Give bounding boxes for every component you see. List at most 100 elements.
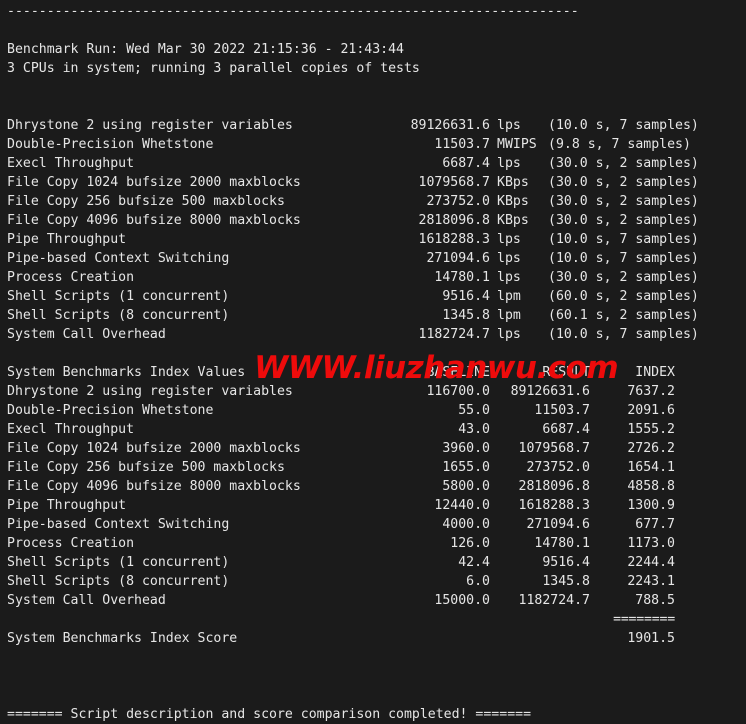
index-label: File Copy 4096 bufsize 8000 maxblocks [7,479,301,494]
raw-results-block: Dhrystone 2 using register variables 891… [7,116,746,344]
index-baseline: 126.0 [450,536,490,551]
result-unit: lps [497,251,521,266]
index-label: Execl Throughput [7,422,135,437]
index-label: Process Creation [7,536,135,551]
index-value: 1300.9 [627,498,675,513]
index-value: 4858.8 [627,479,675,494]
result-row: File Copy 1024 bufsize 2000 maxblocks 10… [7,173,746,192]
index-table: System Benchmarks Index Values BASELINE … [7,363,746,648]
index-value: 1654.1 [627,460,675,475]
index-value: 1555.2 [627,422,675,437]
result-row: System Call Overhead 1182724.7 lps (10.0… [7,325,746,344]
index-label: Pipe-based Context Switching [7,517,230,532]
score-row: System Benchmarks Index Score 1901.5 [7,629,746,648]
result-label: File Copy 256 bufsize 500 maxblocks [7,194,285,209]
result-row: File Copy 256 bufsize 500 maxblocks 2737… [7,192,746,211]
index-row: Pipe Throughput 12440.0 1618288.3 1300.9 [7,496,746,515]
index-result: 1618288.3 [518,498,590,513]
index-label: Dhrystone 2 using register variables [7,384,293,399]
index-row: File Copy 1024 bufsize 2000 maxblocks 39… [7,439,746,458]
result-row: Dhrystone 2 using register variables 891… [7,116,746,135]
index-result: 89126631.6 [510,384,590,399]
result-samples: (10.0 s, 7 samples) [548,251,699,266]
result-value: 11503.7 [434,137,490,152]
result-samples: (10.0 s, 7 samples) [548,118,699,133]
result-samples: (10.0 s, 7 samples) [548,232,699,247]
index-baseline: 43.0 [458,422,490,437]
footer-line: ======= Script description and score com… [7,707,532,722]
result-unit: KBps [497,175,529,190]
index-row: Process Creation 126.0 14780.1 1173.0 [7,534,746,553]
index-label: Double-Precision Whetstone [7,403,214,418]
result-row: Shell Scripts (1 concurrent) 9516.4 lpm … [7,287,746,306]
index-label: Pipe Throughput [7,498,127,513]
result-unit: KBps [497,213,529,228]
result-unit: lpm [497,289,521,304]
header-baseline: BASELINE [426,365,490,380]
index-row: File Copy 256 bufsize 500 maxblocks 1655… [7,458,746,477]
result-value: 9516.4 [442,289,490,304]
result-samples: (10.0 s, 7 samples) [548,327,699,342]
index-row: Shell Scripts (8 concurrent) 6.0 1345.8 … [7,572,746,591]
index-result: 271094.6 [526,517,590,532]
index-baseline: 5800.0 [442,479,490,494]
divider-top: ----------------------------------------… [7,4,579,19]
result-row: Shell Scripts (8 concurrent) 1345.8 lpm … [7,306,746,325]
result-label: Dhrystone 2 using register variables [7,118,293,133]
result-label: Double-Precision Whetstone [7,137,214,152]
terminal-screen: ----------------------------------------… [0,0,746,724]
index-label: File Copy 1024 bufsize 2000 maxblocks [7,441,301,456]
index-value: 2244.4 [627,555,675,570]
result-samples: (30.0 s, 2 samples) [548,194,699,209]
result-unit: KBps [497,194,529,209]
index-baseline: 12440.0 [434,498,490,513]
index-result: 1079568.7 [518,441,590,456]
result-samples: (60.1 s, 2 samples) [548,308,699,323]
result-label: File Copy 4096 bufsize 8000 maxblocks [7,213,301,228]
header-index: INDEX [635,365,675,380]
index-row: System Call Overhead 15000.0 1182724.7 7… [7,591,746,610]
index-result: 9516.4 [542,555,590,570]
index-value: 2243.1 [627,574,675,589]
index-baseline: 6.0 [466,574,490,589]
result-row: Process Creation 14780.1 lps (30.0 s, 2 … [7,268,746,287]
index-row: Pipe-based Context Switching 4000.0 2710… [7,515,746,534]
result-label: Process Creation [7,270,135,285]
index-value: 788.5 [635,593,675,608]
index-row: Shell Scripts (1 concurrent) 42.4 9516.4… [7,553,746,572]
result-row: Pipe Throughput 1618288.3 lps (10.0 s, 7… [7,230,746,249]
result-unit: MWIPS [497,137,537,152]
result-samples: (9.8 s, 7 samples) [548,137,691,152]
index-result: 1182724.7 [518,593,590,608]
result-label: File Copy 1024 bufsize 2000 maxblocks [7,175,301,190]
result-value: 1345.8 [442,308,490,323]
result-label: System Call Overhead [7,327,166,342]
result-unit: lps [497,232,521,247]
index-result: 11503.7 [534,403,590,418]
result-label: Shell Scripts (8 concurrent) [7,308,230,323]
index-baseline: 55.0 [458,403,490,418]
header-result: RESULT [542,365,590,380]
benchmark-run-header: Benchmark Run: Wed Mar 30 2022 21:15:36 … [7,42,404,57]
index-label: System Call Overhead [7,593,166,608]
index-result: 14780.1 [534,536,590,551]
cpu-count-line: 3 CPUs in system; running 3 parallel cop… [7,61,420,76]
result-unit: lpm [497,308,521,323]
result-value: 89126631.6 [410,118,490,133]
index-table-title: System Benchmarks Index Values [7,365,246,380]
score-label: System Benchmarks Index Score [7,631,238,646]
result-value: 6687.4 [442,156,490,171]
index-row: Double-Precision Whetstone 55.0 11503.7 … [7,401,746,420]
index-row: Dhrystone 2 using register variables 116… [7,382,746,401]
score-spacer-b [490,629,590,648]
result-value: 2818096.8 [418,213,490,228]
index-result: 6687.4 [542,422,590,437]
result-row: Execl Throughput 6687.4 lps (30.0 s, 2 s… [7,154,746,173]
result-value: 1079568.7 [418,175,490,190]
index-result: 1345.8 [542,574,590,589]
terminal-window: WWW.liuzhanwu.com ----------------------… [0,0,746,722]
